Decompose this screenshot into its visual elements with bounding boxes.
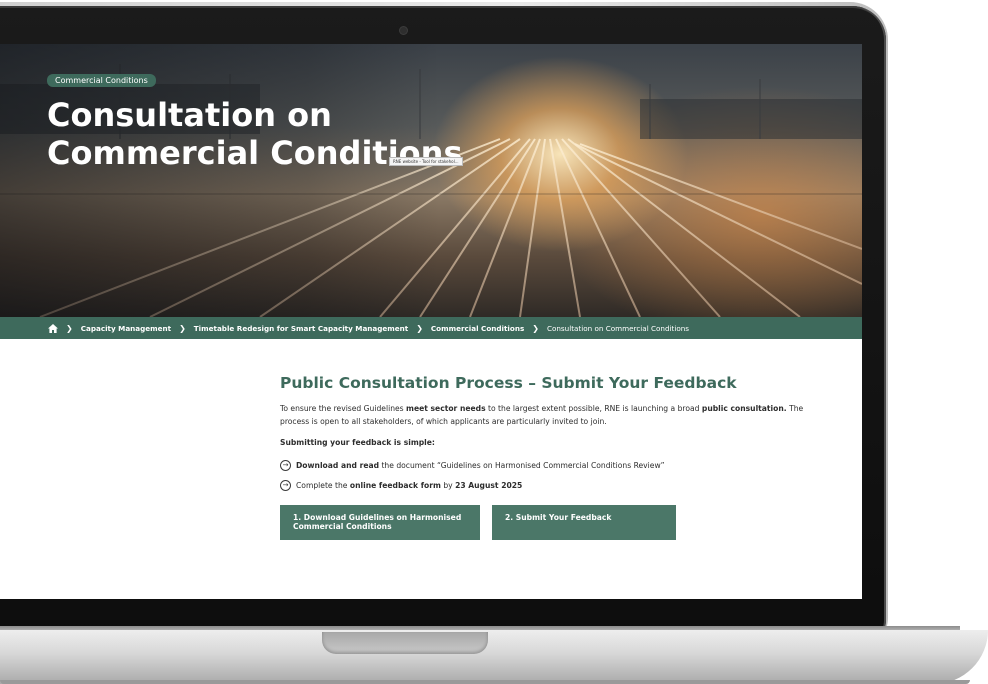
chevron-right-icon: ❯ — [179, 323, 186, 333]
section-title: Public Consultation Process – Submit You… — [280, 374, 737, 392]
arrow-circle-right-icon: → — [280, 460, 291, 471]
main-content: Public Consultation Process – Submit You… — [280, 374, 810, 540]
step-download: → Download and read the document “Guidel… — [280, 460, 810, 471]
webcam-icon — [400, 27, 407, 34]
arrow-circle-right-icon: → — [280, 480, 291, 491]
laptop-base — [0, 630, 988, 684]
browser-viewport: Commercial Conditions Consultation on Co… — [0, 44, 862, 599]
home-icon[interactable] — [48, 323, 58, 333]
chevron-right-icon: ❯ — [66, 323, 73, 333]
browser-tooltip: RNE website - Tool for stakehol... — [389, 157, 463, 166]
breadcrumb-item-capacity-management[interactable]: Capacity Management — [81, 324, 171, 333]
laptop-base-shadow — [0, 680, 970, 684]
chevron-right-icon: ❯ — [532, 323, 539, 333]
laptop-opening-notch — [322, 632, 488, 654]
breadcrumb-current: Consultation on Commercial Conditions — [546, 323, 690, 333]
steps-intro: Submitting your feedback is simple: — [280, 438, 435, 447]
breadcrumb-item-commercial-conditions[interactable]: Commercial Conditions — [431, 324, 524, 333]
hero-banner: Commercial Conditions Consultation on Co… — [0, 44, 862, 317]
category-tag[interactable]: Commercial Conditions — [47, 74, 156, 87]
breadcrumb: ❯ Capacity Management ❯ Timetable Redesi… — [0, 317, 862, 339]
chevron-right-icon: ❯ — [416, 323, 423, 333]
breadcrumb-item-timetable-redesign[interactable]: Timetable Redesign for Smart Capacity Ma… — [194, 324, 408, 333]
submit-feedback-button[interactable]: 2. Submit Your Feedback — [492, 505, 676, 540]
intro-paragraph: To ensure the revised Guidelines meet se… — [280, 404, 804, 426]
action-buttons: 1. Download Guidelines on Harmonised Com… — [280, 505, 810, 540]
download-guidelines-button[interactable]: 1. Download Guidelines on Harmonised Com… — [280, 505, 480, 540]
step-feedback-form: → Complete the online feedback form by 2… — [280, 480, 810, 491]
